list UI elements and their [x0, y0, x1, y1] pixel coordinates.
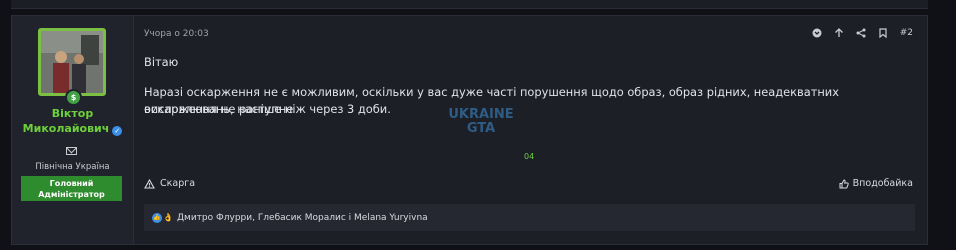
warning-icon: [144, 178, 155, 189]
arrow-up-icon[interactable]: [834, 28, 844, 38]
author-location: Північна Україна: [35, 162, 110, 172]
author-panel: $ Віктор Миколайович ✓ Північна Україна Г…: [12, 16, 134, 244]
site-watermark-logo: UKRAINE GTA: [448, 107, 514, 136]
ok-hand-reaction-icon: 👌: [163, 212, 173, 222]
post-tools: #2: [812, 28, 913, 39]
author-avatar[interactable]: [38, 28, 106, 96]
mail-icon[interactable]: [66, 147, 77, 155]
share-icon[interactable]: [856, 28, 866, 38]
author-name-first[interactable]: Віктор: [12, 106, 133, 121]
online-badge-icon: $: [65, 89, 82, 106]
post-timestamp[interactable]: Учора о 20:03: [144, 29, 209, 39]
report-label[interactable]: Скарга: [160, 178, 195, 189]
reactions-bar[interactable]: 👍 👌 Дмитро Флурри, Глебасик Моралис і Me…: [144, 204, 915, 231]
role-banner: Головний Адміністратор: [21, 176, 122, 201]
thumbs-up-icon: [839, 178, 849, 188]
like-label[interactable]: Вподобайка: [853, 178, 913, 189]
role-line2: Адміністратор: [38, 190, 105, 199]
post-number-link[interactable]: #2: [900, 28, 913, 38]
bookmark-icon[interactable]: [878, 28, 888, 39]
like-button[interactable]: Вподобайка: [839, 178, 913, 189]
reactions-users[interactable]: Дмитро Флурри, Глебасик Моралис і Melana…: [177, 213, 428, 223]
verified-icon: ✓: [112, 126, 123, 136]
role-line1: Головний: [49, 179, 94, 188]
forum-post: $ Віктор Миколайович ✓ Північна Україна Г…: [11, 15, 928, 245]
author-name-last[interactable]: Миколайович ✓: [12, 121, 133, 136]
page-scrollbar[interactable]: [948, 0, 956, 250]
post-greeting: Вітаю: [144, 55, 179, 69]
author-name-last-text[interactable]: Миколайович: [23, 122, 110, 135]
report-button[interactable]: Скарга: [144, 178, 195, 189]
chevron-circle-icon[interactable]: [812, 28, 822, 38]
page-marker: 04: [524, 152, 535, 161]
like-reaction-icon: 👍: [152, 212, 162, 223]
avatar-photo-icon: [41, 31, 103, 93]
post-body-line2: оскарження не раніше ніж через 3 доби.: [144, 102, 391, 116]
previous-post-edge: [11, 0, 928, 9]
